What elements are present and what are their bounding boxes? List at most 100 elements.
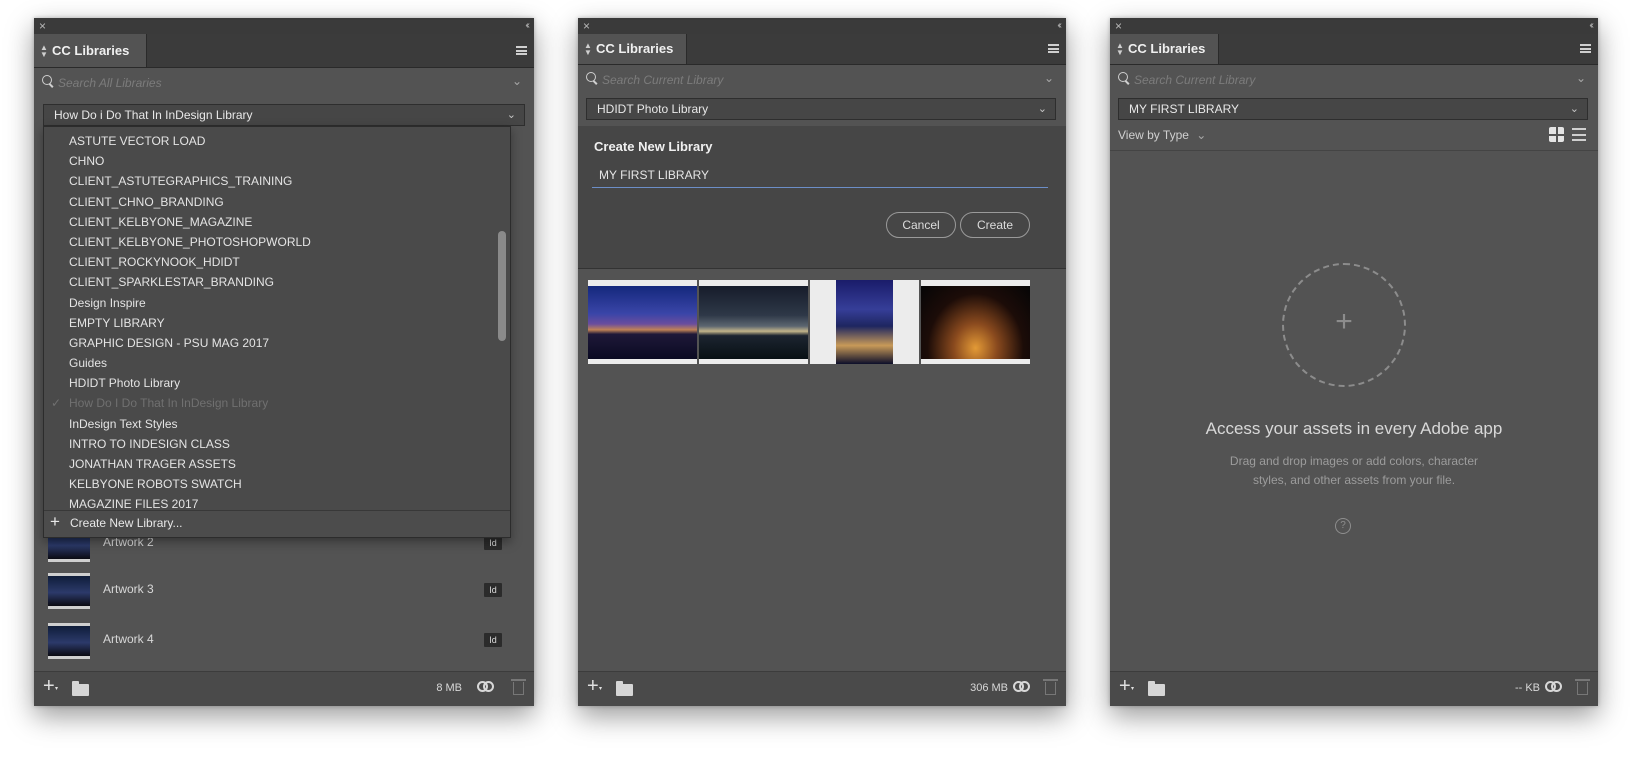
library-select[interactable]: HDIDT Photo Library ⌄ [586,98,1056,120]
library-option[interactable]: Design Inspire [44,293,494,313]
creative-cloud-sync-icon[interactable] [1013,681,1031,694]
tab-row: ▲ ▼ CC Libraries [578,34,1066,65]
collapse-icon[interactable]: ‹‹ [1589,18,1593,34]
add-asset-drop-zone[interactable]: + [1282,263,1406,387]
library-option[interactable]: CLIENT_SPARKLESTAR_BRANDING [44,272,494,292]
create-new-library-label: Create New Library... [70,516,183,530]
search-icon [42,75,52,85]
library-option[interactable]: Guides [44,353,494,373]
library-option[interactable]: HDIDT Photo Library [44,373,494,393]
grid-view-icon[interactable] [1549,127,1564,142]
library-select-value: How Do i Do That In InDesign Library [54,108,253,122]
library-select[interactable]: MY FIRST LIBRARY ⌄ [1118,98,1588,120]
list-item[interactable]: Artwork 4 Id [48,618,516,666]
tab-cc-libraries[interactable]: ▲ ▼ CC Libraries [578,34,687,64]
library-select[interactable]: How Do i Do That In InDesign Library ⌄ [43,104,525,126]
panel-menu-icon[interactable] [516,46,527,55]
chevron-down-icon: ⌄ [1196,128,1207,142]
tab-row: ▲ ▼ CC Libraries [34,34,534,68]
close-icon[interactable]: × [583,18,590,34]
search-icon [1118,72,1128,82]
trash-icon[interactable] [1575,679,1590,695]
empty-state-title: Access your assets in every Adobe app [1205,419,1503,438]
plus-icon: + [50,512,60,531]
close-icon[interactable]: × [1115,18,1122,34]
panel-footer: + 306 MB [578,671,1066,706]
search-row: ⌄ [1110,65,1598,95]
cc-libraries-panel-1: × ‹‹ ▲▼ CC Libraries ⌄ How Do i Do That … [34,18,534,706]
folder-icon[interactable] [72,681,89,696]
library-option[interactable]: INTRO TO INDESIGN CLASS [44,434,494,454]
add-content-icon[interactable]: + [1119,675,1134,698]
library-option-label: JONATHAN TRAGER ASSETS [69,457,236,471]
chevron-down-icon[interactable]: ⌄ [512,74,522,88]
library-option[interactable]: CLIENT_CHNO_BRANDING [44,192,494,212]
help-icon[interactable]: ? [1335,518,1351,534]
photo-thumbnail[interactable] [921,280,1030,364]
search-input[interactable] [58,68,500,98]
collapse-icon[interactable]: ‹‹ [525,18,529,34]
list-view-icon[interactable] [1572,128,1586,141]
collapse-icon[interactable]: ‹‹ [1057,18,1061,34]
search-icon [586,72,596,82]
library-option[interactable]: JONATHAN TRAGER ASSETS [44,454,494,474]
folder-icon[interactable] [1148,681,1165,696]
folder-icon[interactable] [616,681,633,696]
photo-image [836,280,893,364]
close-icon[interactable]: × [39,18,46,34]
search-input[interactable] [1134,65,1564,95]
trash-icon[interactable] [1043,679,1058,695]
chevron-down-icon: ⌄ [1037,103,1047,115]
library-option-label: HDIDT Photo Library [69,376,181,391]
library-option-label: Guides [69,356,108,371]
photo-thumbnail[interactable] [810,280,919,364]
library-size: 8 MB [436,682,462,694]
list-item[interactable]: Artwork 3 Id [48,568,516,616]
library-select-value: HDIDT Photo Library [597,102,709,116]
library-option[interactable]: CHNO [44,151,494,171]
dropdown-scrollbar[interactable] [498,231,506,341]
cancel-button[interactable]: Cancel [886,212,956,238]
library-option[interactable]: KELBYONE ROBOTS SWATCH [44,474,494,494]
chevron-down-icon[interactable]: ⌄ [1576,71,1586,85]
library-option[interactable]: InDesign Text Styles [44,414,494,434]
divider [1110,150,1598,151]
library-option-label: CLIENT_KELBYONE_MAGAZINE [69,214,253,229]
library-option-label: ASTUTE VECTOR LOAD [69,134,206,148]
creative-cloud-sync-icon[interactable] [1545,681,1563,694]
library-option[interactable]: ASTUTE VECTOR LOAD [44,131,494,151]
library-option-label: CHNO [69,154,105,169]
search-row: ⌄ [34,68,534,98]
library-select-value: MY FIRST LIBRARY [1129,102,1240,116]
create-button[interactable]: Create [960,212,1030,238]
trash-icon[interactable] [511,679,526,695]
library-option[interactable]: ✓ How Do I Do That In InDesign Library [44,393,494,413]
create-new-library-item[interactable]: + Create New Library... [44,510,510,537]
asset-thumbnail [48,573,90,609]
library-option[interactable]: EMPTY LIBRARY [44,313,494,333]
panel-footer: + -- KB [1110,671,1598,706]
view-by-type-dropdown[interactable]: View by Type ⌄ [1118,128,1206,142]
library-option[interactable]: CLIENT_KELBYONE_MAGAZINE [44,212,494,232]
photo-thumbnail[interactable] [588,280,697,364]
library-option-label: CLIENT_ROCKYNOOK_HDIDT [69,255,240,270]
panel-menu-icon[interactable] [1580,44,1591,53]
tab-cc-libraries[interactable]: ▲ ▼ CC Libraries [34,34,147,67]
photo-thumbnail[interactable] [699,280,808,364]
chevron-down-icon[interactable]: ⌄ [1044,71,1054,85]
library-option[interactable]: CLIENT_ROCKYNOOK_HDIDT [44,252,494,272]
library-option[interactable]: CLIENT_ASTUTEGRAPHICS_TRAINING [44,171,494,191]
library-name-input[interactable] [592,162,1048,188]
panel-menu-icon[interactable] [1048,44,1059,53]
library-option[interactable]: GRAPHIC DESIGN - PSU MAG 2017 [44,333,494,353]
plus-icon: + [1335,305,1353,338]
add-content-icon[interactable]: + [587,675,602,698]
search-input[interactable] [602,65,1032,95]
create-new-library-dialog: Create New Library Cancel Create [578,126,1066,269]
library-size: -- KB [1514,682,1540,694]
library-option[interactable]: CLIENT_KELBYONE_PHOTOSHOPWORLD [44,232,494,252]
tab-cc-libraries[interactable]: ▲ ▼ CC Libraries [1110,34,1219,64]
creative-cloud-sync-icon[interactable] [477,681,495,694]
indesign-badge: Id [484,633,502,647]
add-content-icon[interactable]: + [43,675,58,698]
